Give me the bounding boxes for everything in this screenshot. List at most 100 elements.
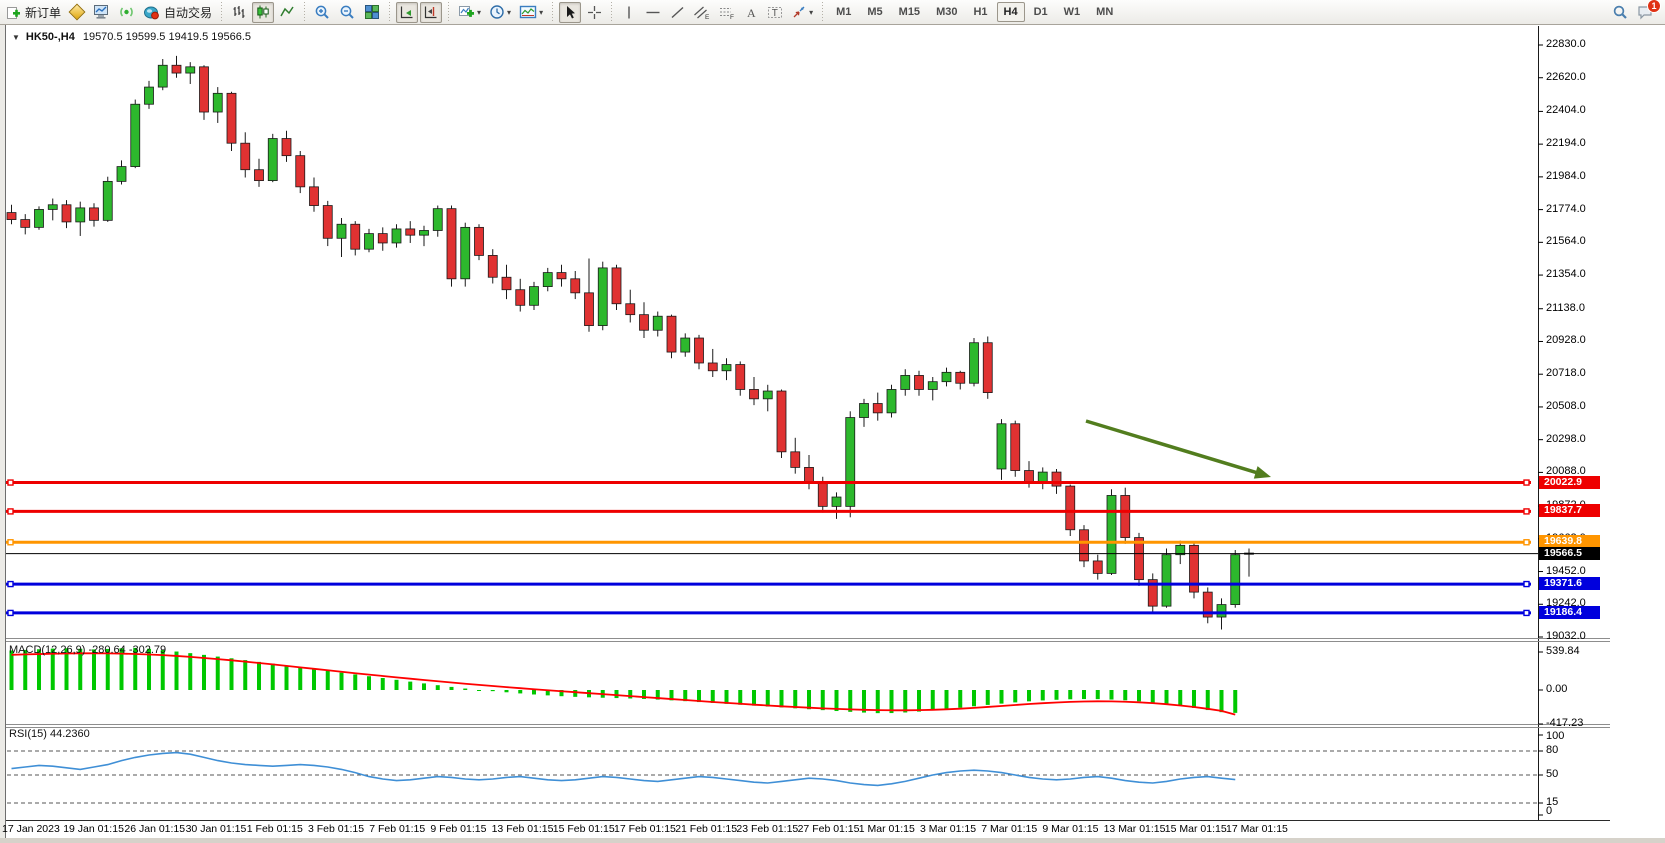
toolbar-separator xyxy=(219,2,224,22)
fibonacci-button[interactable]: F xyxy=(715,2,738,23)
candlestick-chart-icon xyxy=(255,4,271,20)
date-axis-label: 1 Mar 01:15 xyxy=(859,823,915,835)
date-axis-label: 15 Feb 01:15 xyxy=(553,823,615,835)
indicators-button[interactable]: ▾ xyxy=(455,2,484,23)
timeframe-button-D1[interactable]: D1 xyxy=(1027,2,1055,22)
terminal-button[interactable] xyxy=(90,2,113,23)
timeframe-button-H1[interactable]: H1 xyxy=(966,2,994,22)
price-tick-label: 21984.0 xyxy=(1546,170,1586,182)
date-axis-label: 17 Mar 01:15 xyxy=(1226,823,1288,835)
timeframe-button-MN[interactable]: MN xyxy=(1089,2,1120,22)
toolbar-separator xyxy=(609,2,614,22)
signal-icon xyxy=(118,4,135,20)
price-tick-label: 21138.0 xyxy=(1546,302,1585,314)
bar-chart-button[interactable] xyxy=(228,2,250,23)
bar-chart-icon xyxy=(231,4,247,20)
signal-button[interactable] xyxy=(115,2,138,23)
candlestick-chart-button[interactable] xyxy=(252,2,274,23)
ohlc-values: 19570.5 19599.5 19419.5 19566.5 xyxy=(83,31,251,43)
rsi-tick-label: 50 xyxy=(1546,768,1558,780)
vertical-line-icon xyxy=(622,5,636,20)
date-axis-label: 26 Jan 01:15 xyxy=(124,823,185,835)
rsi-tick-label: 80 xyxy=(1546,744,1558,756)
toolbar-separator xyxy=(387,2,392,22)
trendline-icon xyxy=(670,5,685,20)
autotrading-button[interactable]: 自动交易 xyxy=(140,2,215,23)
timeframe-button-M15[interactable]: M15 xyxy=(892,2,927,22)
channel-button[interactable]: E xyxy=(690,2,713,23)
date-axis-label: 15 Mar 01:15 xyxy=(1165,823,1227,835)
trendline-button[interactable] xyxy=(666,2,688,23)
autotrading-label: 自动交易 xyxy=(164,4,212,21)
zoom-in-button[interactable] xyxy=(311,2,334,23)
timeframe-button-H4[interactable]: H4 xyxy=(997,2,1025,22)
text-icon: A xyxy=(744,5,758,20)
timeframe-button-M1[interactable]: M1 xyxy=(829,2,858,22)
cursor-button[interactable] xyxy=(559,2,581,23)
line-chart-button[interactable] xyxy=(276,2,298,23)
autotrading-icon xyxy=(143,4,160,20)
dropdown-caret: ▾ xyxy=(507,8,511,17)
date-axis-label: 1 Feb 01:15 xyxy=(247,823,303,835)
date-axis-label: 23 Feb 01:15 xyxy=(736,823,798,835)
terminal-icon xyxy=(93,4,110,20)
crosshair-button[interactable] xyxy=(583,2,605,23)
price-tick-label: 20298.0 xyxy=(1546,433,1586,445)
new-order-button[interactable]: 新订单 xyxy=(3,2,64,23)
date-axis-label: 21 Feb 01:15 xyxy=(675,823,737,835)
timeframe-button-M30[interactable]: M30 xyxy=(929,2,964,22)
arrows-button[interactable]: ▾ xyxy=(788,2,816,23)
profile-icon xyxy=(69,4,86,21)
rsi-label: RSI(15) 44.2360 xyxy=(9,728,90,740)
tile-windows-icon xyxy=(364,4,380,20)
indicators-icon xyxy=(458,4,475,20)
timeframe-button-W1[interactable]: W1 xyxy=(1057,2,1088,22)
timeframe-button-M5[interactable]: M5 xyxy=(860,2,889,22)
zoom-in-icon xyxy=(314,4,331,21)
symbol-timeframe-label: HK50-,H4 xyxy=(26,31,75,43)
date-axis-label: 27 Feb 01:15 xyxy=(798,823,860,835)
date-axis-label: 19 Jan 01:15 xyxy=(63,823,124,835)
chart-shift-icon xyxy=(423,4,439,20)
auto-scroll-button[interactable] xyxy=(396,2,418,23)
one-click-trading-toggle[interactable]: ▼ xyxy=(12,33,20,42)
price-tick-label: 19032.0 xyxy=(1546,630,1586,642)
price-tick-label: 20928.0 xyxy=(1546,334,1586,346)
price-tick-label: 22404.0 xyxy=(1546,104,1586,116)
periods-button[interactable]: ▾ xyxy=(486,2,514,23)
vertical-line-button[interactable] xyxy=(618,2,640,23)
text-button[interactable]: A xyxy=(740,2,762,23)
zoom-out-icon xyxy=(339,4,356,21)
profile-button[interactable] xyxy=(66,2,88,23)
search-button[interactable] xyxy=(1609,2,1632,23)
templates-button[interactable]: ▾ xyxy=(516,2,546,23)
label-icon: T xyxy=(767,5,783,20)
label-button[interactable]: T xyxy=(764,2,786,23)
arrows-icon xyxy=(791,5,807,20)
price-tick-label: 20718.0 xyxy=(1546,367,1586,379)
price-tick-label: 22620.0 xyxy=(1546,71,1586,83)
date-axis-label: 3 Mar 01:15 xyxy=(920,823,976,835)
line-chart-icon xyxy=(279,4,295,20)
zoom-out-button[interactable] xyxy=(336,2,359,23)
main-toolbar: 新订单 自动交易 ▾ ▾ xyxy=(0,0,1665,25)
macd-tick-label: 539.84 xyxy=(1546,645,1580,657)
svg-text:E: E xyxy=(705,14,710,20)
price-tick-label: 19452.0 xyxy=(1546,565,1586,577)
crosshair-icon xyxy=(587,5,602,20)
chart-shift-button[interactable] xyxy=(420,2,442,23)
chart-canvas[interactable] xyxy=(0,0,1665,843)
tile-windows-button[interactable] xyxy=(361,2,383,23)
toolbar-separator xyxy=(302,2,307,22)
price-level-badge: 20022.9 xyxy=(1539,476,1600,489)
price-level-badge: 19566.5 xyxy=(1539,547,1600,560)
rsi-tick-label: 100 xyxy=(1546,730,1564,742)
notifications-button[interactable]: 1 xyxy=(1634,2,1658,23)
macd-tick-label: -417.23 xyxy=(1546,717,1583,729)
horizontal-line-button[interactable] xyxy=(642,2,664,23)
notification-badge: 1 xyxy=(1647,0,1661,13)
price-level-badge: 19837.7 xyxy=(1539,504,1600,517)
horizontal-line-icon xyxy=(645,5,661,20)
periods-icon xyxy=(489,4,505,20)
price-tick-label: 22830.0 xyxy=(1546,38,1586,50)
